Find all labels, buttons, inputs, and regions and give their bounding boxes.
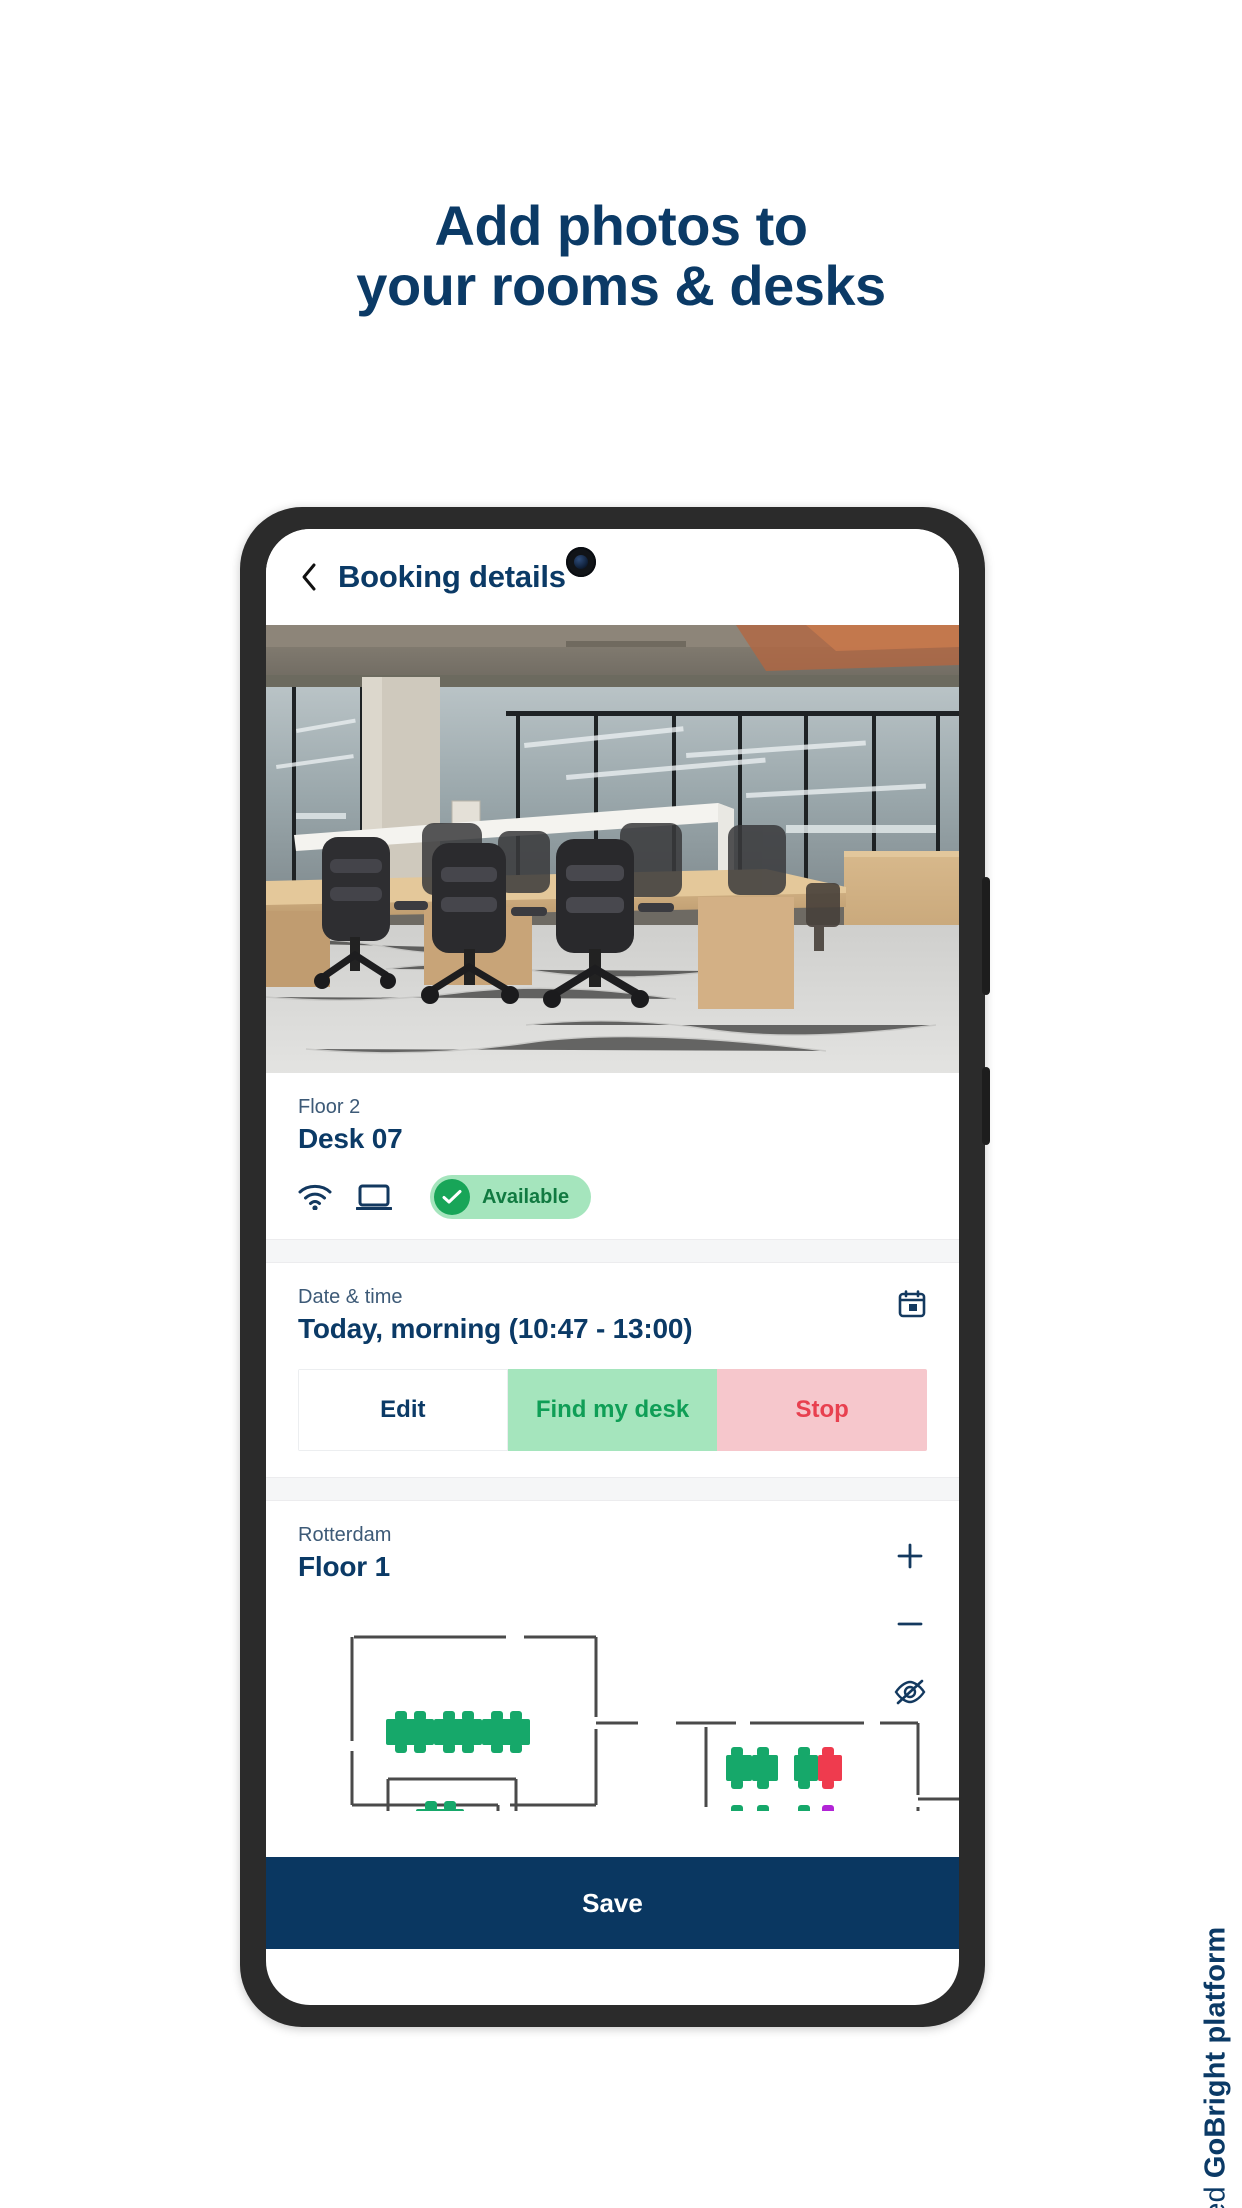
- datetime-label: Date & time: [298, 1286, 403, 1308]
- headline-line-1: Add photos to: [434, 194, 808, 257]
- platform-note-brand: GoBright platform: [1200, 1926, 1232, 2179]
- app-header: Booking details: [266, 529, 959, 625]
- save-button[interactable]: Save: [266, 1857, 959, 1949]
- floorplan-map[interactable]: [266, 1619, 959, 1811]
- edit-button[interactable]: Edit: [298, 1369, 508, 1451]
- check-circle-icon: [434, 1179, 470, 1215]
- floorplan-section: Rotterdam Floor 1: [266, 1501, 959, 1811]
- desk-amenities: Available: [298, 1175, 927, 1219]
- status-badge: Available: [430, 1175, 592, 1219]
- headline-line-2: your rooms & desks: [356, 254, 886, 318]
- phone-volume-button: [982, 877, 990, 995]
- phone-mockup: Booking details Floor 2 Desk 07 Availabl…: [240, 507, 990, 2027]
- map-controls: [889, 1535, 931, 1713]
- map-location-label: Rotterdam: [298, 1524, 392, 1546]
- monitor-icon: [356, 1177, 414, 1217]
- section-divider-2: [266, 1477, 959, 1501]
- plus-icon[interactable]: [889, 1535, 931, 1577]
- stop-button[interactable]: Stop: [717, 1369, 927, 1451]
- status-badge-label: Available: [482, 1185, 570, 1208]
- promo-screenshot: Add photos to your rooms & desks Booking…: [0, 0, 1242, 2208]
- desk-name: Desk 07: [298, 1123, 403, 1154]
- app-title: Booking details: [338, 559, 566, 594]
- wifi-icon: [298, 1177, 356, 1217]
- desk-cluster-green: [386, 1711, 530, 1753]
- calendar-icon[interactable]: [897, 1289, 927, 1324]
- map-floor-label: Floor 1: [298, 1551, 390, 1582]
- phone-screen: Booking details Floor 2 Desk 07 Availabl…: [266, 529, 959, 2005]
- minus-icon[interactable]: [889, 1603, 931, 1645]
- save-button-label: Save: [582, 1887, 643, 1918]
- datetime-section: Date & time Today, morning (10:47 - 13:0…: [266, 1263, 959, 1477]
- phone-power-button: [982, 1067, 990, 1145]
- section-divider: [266, 1239, 959, 1263]
- desk-cluster-mixed: [726, 1747, 842, 1789]
- page-title: Add photos to your rooms & desks: [0, 194, 1242, 318]
- desk-info-section: Floor 2 Desk 07 Available: [266, 1073, 959, 1239]
- find-my-desk-button[interactable]: Find my desk: [507, 1369, 718, 1451]
- platform-note-prefix: Part of the cloud-based: [1200, 2178, 1232, 2208]
- chevron-left-icon[interactable]: [298, 559, 320, 595]
- eye-off-icon[interactable]: [889, 1671, 931, 1713]
- front-camera-icon: [566, 547, 596, 577]
- platform-note: Part of the cloud-based GoBright platfor…: [1200, 1927, 1233, 2208]
- booking-actions: Edit Find my desk Stop: [298, 1369, 927, 1451]
- datetime-value: Today, morning (10:47 - 13:00): [298, 1313, 693, 1344]
- desk-floor-label: Floor 2: [298, 1096, 361, 1118]
- desk-photo: [266, 625, 959, 1073]
